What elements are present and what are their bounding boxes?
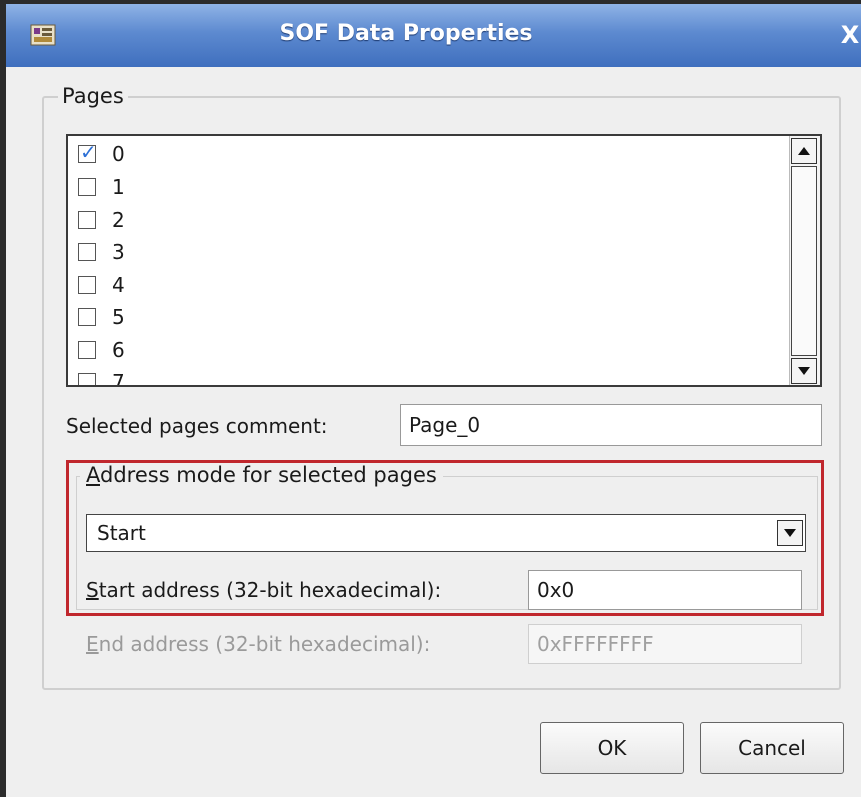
window-title: SOF Data Properties [279,21,533,46]
page-checkbox[interactable] [78,373,96,385]
page-label: 3 [112,240,125,264]
address-mode-title: Address mode for selected pages [80,463,443,487]
list-item-page-0[interactable]: ✓ 0 [78,138,125,170]
address-mode-title-text: ddress mode for selected pages [100,463,437,487]
start-address-label-text: tart address (32-bit hexadecimal): [98,578,442,602]
comment-input[interactable]: Page_0 [400,404,822,446]
mnemonic-a: A [86,463,100,487]
page-checkbox[interactable] [78,178,96,196]
mnemonic-s: S [86,578,99,602]
dropdown-button[interactable] [777,520,803,546]
list-item-page-2[interactable]: 2 [78,204,125,236]
comment-label: Selected pages comment: [66,414,328,438]
page-label: 2 [112,208,125,232]
arrow-down-icon [798,367,810,375]
end-address-label-text: nd address (32-bit hexadecimal): [98,632,431,656]
page-checkbox[interactable] [78,276,96,294]
address-mode-value: Start [97,521,146,545]
page-label: 0 [112,142,125,166]
ok-button[interactable]: OK [540,722,684,774]
start-address-input[interactable]: 0x0 [528,570,802,610]
page-checkbox[interactable] [78,341,96,359]
end-address-label: End address (32-bit hexadecimal): [86,632,430,656]
title-bar[interactable]: SOF Data Properties X [6,4,861,68]
start-address-label: Start address (32-bit hexadecimal): [86,578,441,602]
page-label: 5 [112,305,125,329]
pages-list[interactable]: ✓ 0 1 2 3 4 5 6 7 [66,134,822,387]
end-address-input: 0xFFFFFFFF [528,624,802,664]
pages-group-title: Pages [58,84,128,108]
check-icon: ✓ [80,140,97,164]
mnemonic-e: E [86,632,99,656]
scroll-up-button[interactable] [791,138,817,164]
page-checkbox[interactable] [78,308,96,326]
list-item-page-7[interactable]: 7 [78,366,125,387]
page-label: 7 [112,370,125,387]
chevron-down-icon [784,529,796,537]
page-label: 4 [112,273,125,297]
page-label: 1 [112,175,125,199]
address-mode-select[interactable]: Start [86,514,806,552]
page-label: 6 [112,338,125,362]
list-item-page-6[interactable]: 6 [78,334,125,366]
arrow-up-icon [798,147,810,155]
scroll-down-button[interactable] [791,358,817,384]
list-item-page-3[interactable]: 3 [78,236,125,268]
list-item-page-4[interactable]: 4 [78,269,125,301]
cancel-button[interactable]: Cancel [700,722,844,774]
page-checkbox[interactable] [78,243,96,261]
page-checkbox[interactable]: ✓ [78,140,97,164]
list-item-page-5[interactable]: 5 [78,301,125,333]
list-scrollbar[interactable] [789,136,820,385]
page-checkbox[interactable] [78,211,96,229]
close-button[interactable]: X [835,20,861,50]
scrollbar-thumb[interactable] [791,166,817,356]
list-item-page-1[interactable]: 1 [78,171,125,203]
